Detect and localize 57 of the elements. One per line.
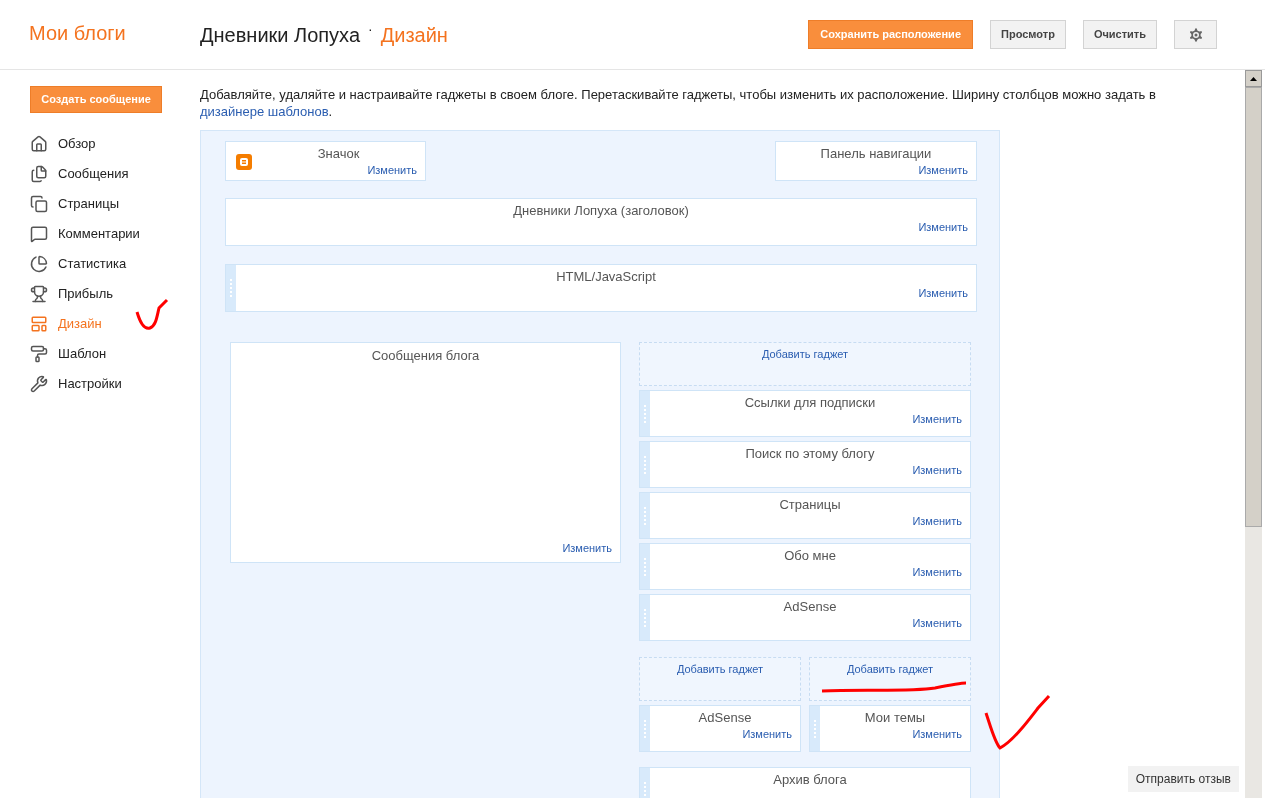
gadget-card[interactable]: Ссылки для подписки Изменить <box>639 390 971 437</box>
edit-link[interactable]: Изменить <box>912 616 962 630</box>
sidebar-item[interactable]: Комментарии <box>30 219 200 249</box>
gadget-title: Дневники Лопуха (заголовок) <box>512 202 690 220</box>
gadget-card[interactable]: Страницы Изменить <box>639 492 971 539</box>
gadget-title: Сообщения блога <box>370 347 481 365</box>
gadget-card[interactable]: Архив блога <box>639 767 971 798</box>
gadget-card[interactable]: Дневники Лопуха (заголовок) Изменить <box>225 198 977 246</box>
edit-link[interactable]: Изменить <box>742 727 792 741</box>
gadget-title: AdSense <box>782 598 838 616</box>
sidebar-item[interactable]: Настройки <box>30 369 200 399</box>
gadget-title: Обо мне <box>783 547 837 565</box>
template-designer-link[interactable]: дизайнере шаблонов <box>200 104 329 119</box>
edit-link[interactable]: Изменить <box>562 539 612 556</box>
gadget-title: Поиск по этому блогу <box>744 445 876 463</box>
gadget-title: Архив блога <box>772 771 848 789</box>
gadget-title: Значок <box>316 145 361 163</box>
edit-link[interactable]: Изменить <box>912 565 962 579</box>
gadget-title: AdSense <box>697 709 753 727</box>
edit-link[interactable]: Изменить <box>918 163 968 177</box>
gadget-title: HTML/JavaScript <box>555 268 657 286</box>
gadget-card[interactable]: Обо мне Изменить <box>639 543 971 590</box>
main-column-gadget[interactable]: Сообщения блога Изменить <box>230 342 621 563</box>
feedback-button[interactable]: Отправить отзыв <box>1127 766 1239 792</box>
edit-link[interactable]: Изменить <box>912 463 962 477</box>
sidebar-item[interactable]: Статистика <box>30 249 200 279</box>
sidebar-item[interactable]: Шаблон <box>30 339 200 369</box>
gadget-card[interactable]: Мои темы Изменить <box>809 705 971 752</box>
gadget-card[interactable]: HTML/JavaScript Изменить <box>225 264 977 312</box>
sidebar-item[interactable]: Сообщения <box>30 159 200 189</box>
sidebar-item[interactable]: Прибыль <box>30 279 200 309</box>
toolbar-button[interactable]: Просмотр <box>990 20 1066 49</box>
add-gadget-link[interactable]: Добавить гаджет <box>846 662 934 700</box>
edit-link[interactable]: Изменить <box>912 412 962 426</box>
gadget-card[interactable]: Поиск по этому блогу Изменить <box>639 441 971 488</box>
gadget-card[interactable]: AdSense Изменить <box>639 705 801 752</box>
gadget-title: Ссылки для подписки <box>743 394 877 412</box>
gadget-title: Панель навигации <box>819 145 933 163</box>
gadget-card[interactable]: Панель навигации Изменить <box>775 141 977 181</box>
gadget-title: Мои темы <box>863 709 927 727</box>
toolbar-button[interactable]: Очистить <box>1082 20 1157 49</box>
gadget-card[interactable]: Значок Изменить <box>225 141 426 181</box>
sidebar-item[interactable]: Обзор <box>30 129 200 159</box>
add-gadget-link[interactable]: Добавить гаджет <box>676 662 764 700</box>
add-gadget-link[interactable]: Добавить гаджет <box>761 347 849 385</box>
edit-link[interactable]: Изменить <box>367 163 417 177</box>
blog-title: Дневники Лопуха <box>200 24 360 45</box>
title-separator: · <box>368 20 373 39</box>
edit-link[interactable]: Изменить <box>912 514 962 528</box>
gadget-title: Страницы <box>778 496 842 514</box>
edit-link[interactable]: Изменить <box>912 727 962 741</box>
gadget-card[interactable]: AdSense Изменить <box>639 594 971 641</box>
section-title: Дизайн <box>380 24 448 45</box>
edit-link[interactable]: Изменить <box>918 286 968 300</box>
sidebar-item[interactable]: Страницы <box>30 189 200 219</box>
edit-link[interactable]: Изменить <box>918 220 968 234</box>
intro-text: Добавляйте, удаляйте и настраивайте гаджеты в своем блоге. Перетаскивайте гаджеты, чтобы изменить их расположение. Ширину столбцов можно задать в дизайнере шаблонов. <box>200 86 1157 120</box>
